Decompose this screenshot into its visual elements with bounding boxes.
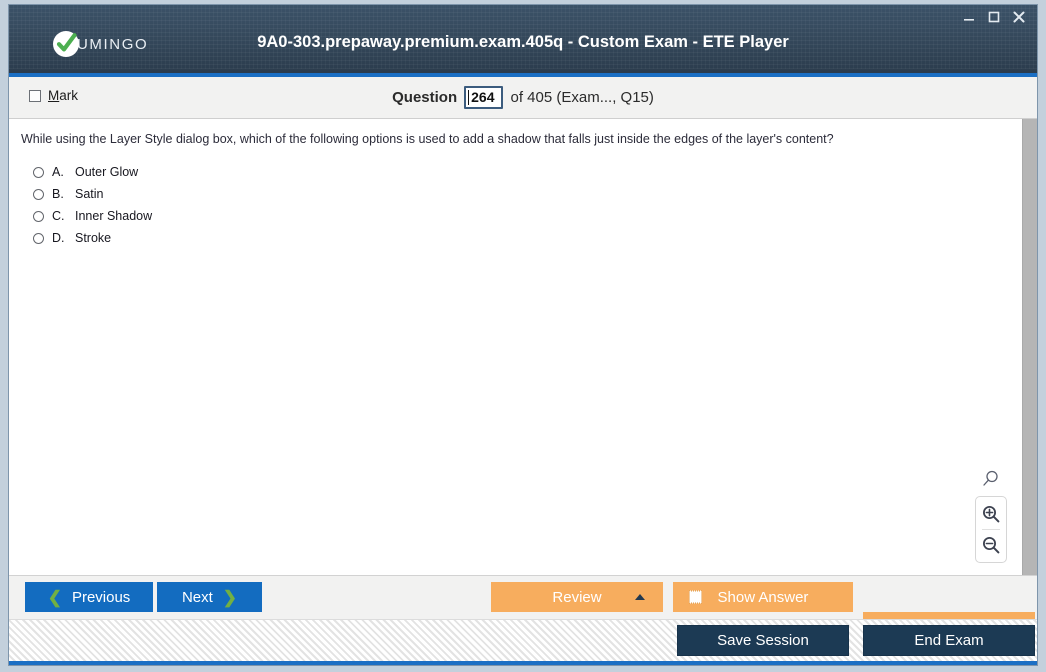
close-icon[interactable] [1011, 9, 1027, 25]
option-letter: C. [52, 209, 65, 223]
zoom-tool-cluster [974, 464, 1008, 563]
question-text: While using the Layer Style dialog box, … [21, 132, 834, 146]
search-icon[interactable] [976, 464, 1006, 494]
answer-option-d[interactable]: D. Stroke [9, 227, 1022, 249]
vertical-scrollbar[interactable] [1022, 119, 1037, 575]
app-window: UMINGO 9A0-303.prepaway.premium.exam.405… [0, 0, 1046, 672]
radio-icon[interactable] [33, 166, 44, 178]
chevron-left-icon: ❮ [47, 587, 62, 607]
option-text: Stroke [75, 231, 112, 245]
previous-button[interactable]: ❮ Previous [25, 582, 153, 612]
option-text: Inner Shadow [75, 209, 153, 223]
question-word-label: Question [392, 89, 458, 106]
previous-button-label: Previous [71, 588, 131, 606]
question-number-input[interactable]: 264 [464, 86, 504, 109]
action-bar: ❮ Previous Next ❯ Review Show Answer Sho… [9, 575, 1037, 642]
zoom-out-icon[interactable] [976, 530, 1006, 560]
content-wrapper: While using the Layer Style dialog box, … [9, 119, 1037, 575]
chevron-right-icon: ❯ [222, 587, 238, 607]
question-counter: Question 264 of 405 (Exam..., Q15) [9, 86, 1037, 109]
next-button[interactable]: Next ❯ [157, 582, 262, 612]
next-button-label: Next [181, 588, 213, 606]
review-button-label: Review [552, 588, 602, 606]
zoom-in-icon[interactable] [976, 499, 1006, 529]
answer-option-c[interactable]: C. Inner Shadow [9, 205, 1022, 227]
radio-icon[interactable] [33, 188, 44, 200]
radio-icon[interactable] [33, 210, 44, 222]
answer-options-list: A. Outer Glow B. Satin C. Inner Shadow D… [9, 161, 1022, 249]
question-total-label: of 405 (Exam..., Q15) [510, 89, 654, 106]
minimize-icon[interactable] [961, 9, 977, 25]
review-button[interactable]: Review [491, 582, 663, 612]
option-letter: A. [52, 165, 64, 179]
option-letter: B. [52, 187, 64, 201]
window-frame: UMINGO 9A0-303.prepaway.premium.exam.405… [8, 4, 1038, 666]
show-answer-button[interactable]: Show Answer [673, 582, 853, 612]
window-controls [961, 9, 1027, 25]
option-text: Satin [75, 187, 104, 201]
status-bar: Save Session End Exam [9, 619, 1037, 665]
option-text: Outer Glow [75, 165, 139, 179]
window-title: 9A0-303.prepaway.premium.exam.405q - Cus… [257, 33, 789, 51]
maximize-icon[interactable] [986, 9, 1002, 25]
chevron-up-icon [635, 594, 645, 600]
radio-icon[interactable] [33, 232, 44, 244]
show-answer-checkbox-icon[interactable] [689, 590, 702, 604]
answer-option-b[interactable]: B. Satin [9, 183, 1022, 205]
question-content-area: While using the Layer Style dialog box, … [9, 119, 1022, 575]
zoom-buttons-group [975, 496, 1007, 563]
end-exam-button[interactable]: End Exam [863, 625, 1035, 656]
question-header-bar: Mark Question 264 of 405 (Exam..., Q15) [9, 77, 1037, 119]
option-letter: D. [52, 231, 65, 245]
show-answer-button-label: Show Answer [717, 588, 809, 606]
answer-option-a[interactable]: A. Outer Glow [9, 161, 1022, 183]
save-session-button[interactable]: Save Session [677, 625, 849, 656]
title-bar: UMINGO 9A0-303.prepaway.premium.exam.405… [9, 5, 1037, 77]
